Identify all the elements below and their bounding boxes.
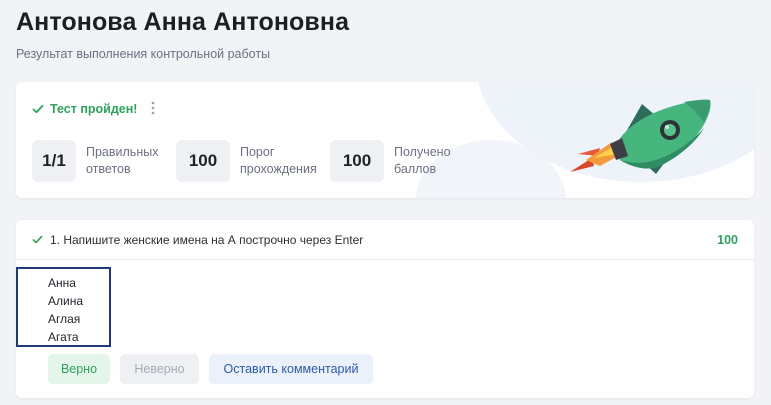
stat-label: Правильных ответов — [86, 145, 159, 176]
stat-correct-answers: 1/1 Правильных ответов — [32, 140, 158, 182]
check-icon — [32, 103, 44, 115]
answer-line: Анна — [48, 276, 76, 290]
page-subtitle: Результат выполнения контрольной работы — [16, 47, 271, 61]
answer-box: Анна Алина Аглая Агата — [16, 267, 111, 347]
result-card: Тест пройден! 1/1 Правильных ответов 100… — [16, 82, 754, 198]
page-title: Антонова Анна Антоновна — [16, 8, 350, 36]
stat-value: 100 — [330, 140, 384, 182]
stat-value: 100 — [176, 140, 230, 182]
status-text: Тест пройден! — [50, 102, 138, 116]
answer-line: Алина — [48, 294, 84, 308]
check-icon — [32, 234, 43, 245]
rocket-icon — [564, 94, 724, 189]
test-status: Тест пройден! — [32, 101, 155, 117]
question-card: 1. Напишите женские имена на А построчно… — [16, 220, 754, 398]
stat-pass-threshold: 100 Порог прохождения — [176, 140, 317, 182]
stat-label: Получено баллов — [394, 145, 451, 176]
more-vertical-icon[interactable] — [151, 101, 155, 117]
answer-line: Аглая — [48, 312, 81, 326]
question-header: 1. Напишите женские имена на А построчно… — [16, 220, 754, 260]
question-text: 1. Напишите женские имена на А построчно… — [50, 232, 364, 247]
correct-button[interactable]: Верно — [48, 354, 110, 384]
wrong-button[interactable]: Неверно — [120, 354, 199, 384]
answer-line: Агата — [48, 330, 79, 344]
question-score: 100 — [717, 232, 738, 247]
stat-label: Порог прохождения — [240, 145, 317, 176]
stat-received-points: 100 Получено баллов — [330, 140, 451, 182]
leave-comment-button[interactable]: Оставить комментарий — [209, 354, 373, 384]
stat-value: 1/1 — [32, 140, 76, 182]
